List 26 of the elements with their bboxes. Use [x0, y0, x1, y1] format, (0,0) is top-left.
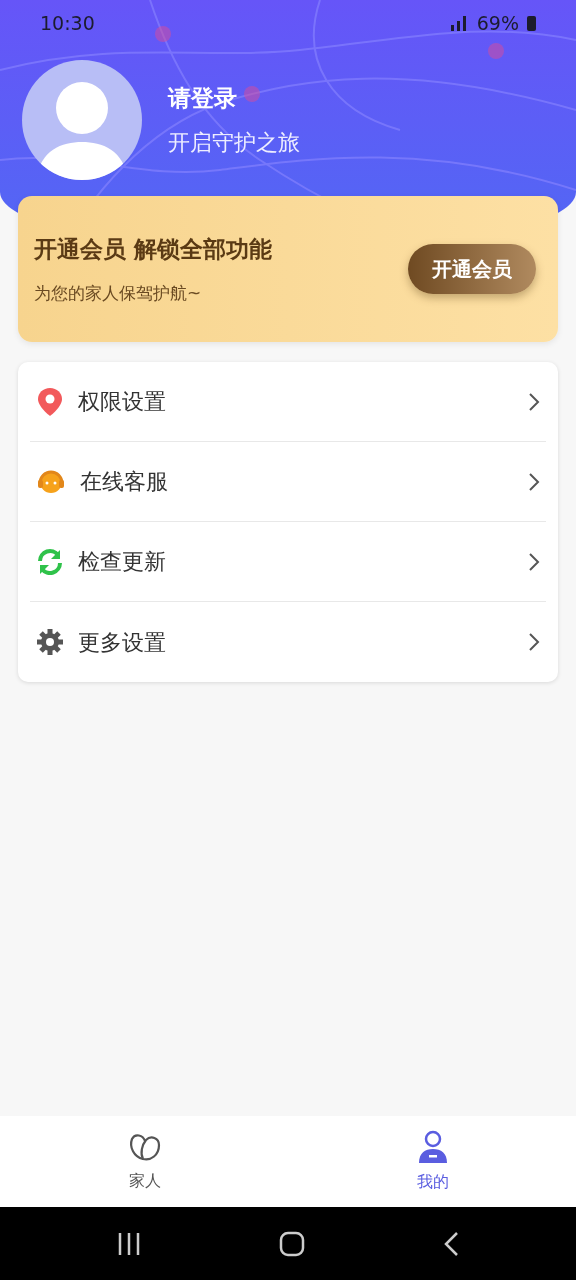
membership-button[interactable]: 开通会员 — [408, 244, 536, 294]
home-button[interactable] — [279, 1230, 305, 1257]
status-time: 10:30 — [40, 10, 95, 36]
refresh-icon — [36, 547, 64, 576]
chevron-right-icon — [528, 471, 540, 492]
banner-title: 开通会员 解锁全部功能 — [34, 235, 272, 264]
settings-icon — [36, 628, 64, 656]
profile-subtitle: 开启守护之旅 — [168, 128, 300, 157]
back-button[interactable] — [443, 1230, 459, 1257]
banner-subtitle: 为您的家人保驾护航~ — [34, 281, 203, 305]
person-icon — [416, 1129, 449, 1164]
recent-apps-button[interactable] — [117, 1231, 141, 1256]
chevron-right-icon — [528, 391, 540, 412]
battery-percent: 69% — [476, 10, 519, 36]
menu-item[interactable]: 在线客服 — [30, 442, 546, 522]
menu-item[interactable]: 检查更新 — [30, 522, 546, 602]
location-pin-icon — [36, 386, 64, 417]
tab[interactable]: 家人 — [0, 1116, 289, 1207]
signal-icon — [448, 15, 469, 31]
chevron-right-icon — [528, 551, 540, 572]
battery-icon — [527, 15, 536, 31]
menu-item[interactable]: 权限设置 — [30, 362, 546, 442]
menu-item[interactable]: 更多设置 — [30, 602, 546, 682]
tab[interactable]: 我的 — [289, 1116, 576, 1207]
chevron-right-icon — [528, 632, 540, 652]
login-prompt[interactable]: 请登录 — [168, 81, 300, 116]
